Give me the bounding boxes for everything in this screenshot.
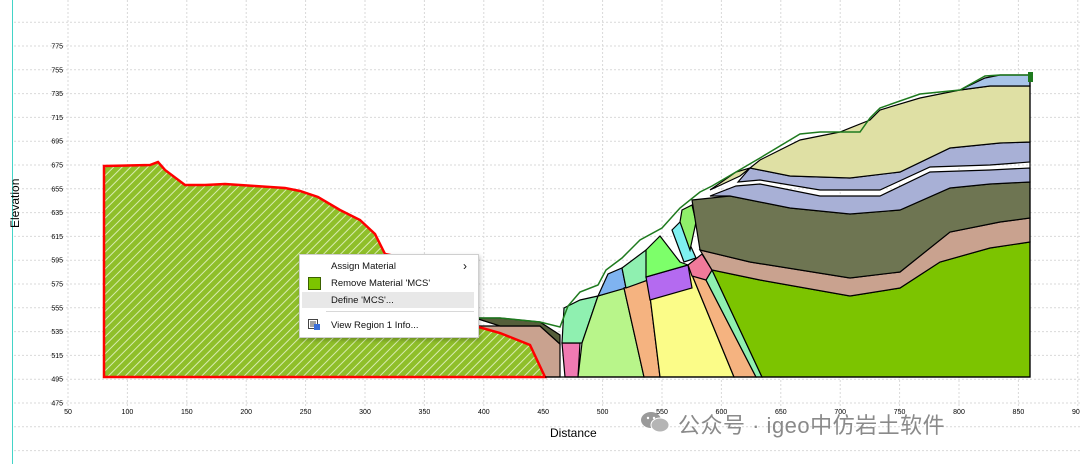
region-pink[interactable]: [561, 342, 581, 378]
context-menu: Assign Material › Remove Material 'MCS' …: [299, 254, 479, 338]
region-info-icon: [308, 319, 320, 330]
y-tick-label: 655: [51, 186, 63, 193]
menu-item-assign-material[interactable]: Assign Material ›: [300, 258, 478, 274]
menu-item-remove-material[interactable]: Remove Material 'MCS': [300, 275, 478, 291]
y-tick-label: 535: [51, 329, 63, 336]
y-tick-label: 675: [51, 163, 63, 170]
y-axis-label: Elevation: [8, 178, 22, 228]
x-tick-label: 500: [597, 409, 609, 416]
menu-item-label: Assign Material: [331, 261, 396, 272]
x-tick-label: 450: [537, 409, 549, 416]
x-tick-label: 200: [240, 409, 252, 416]
material-swatch-icon: [308, 277, 321, 290]
y-tick-label: 735: [51, 91, 63, 98]
menu-separator: [326, 311, 474, 312]
menu-item-label: Define 'MCS'...: [331, 295, 394, 306]
y-tick-label: 715: [51, 115, 63, 122]
y-tick-label: 635: [51, 210, 63, 217]
y-tick-label: 595: [51, 258, 63, 265]
menu-item-label: Remove Material 'MCS': [331, 278, 431, 289]
menu-item-view-region-info[interactable]: View Region 1 Info...: [300, 317, 478, 333]
y-tick-label: 695: [51, 139, 63, 146]
y-tick-label: 615: [51, 234, 63, 241]
x-tick-label: 100: [122, 409, 134, 416]
y-tick-label: 775: [51, 44, 63, 51]
x-tick-label: 350: [419, 409, 431, 416]
x-tick-label: 150: [181, 409, 193, 416]
y-tick-label: 515: [51, 353, 63, 360]
y-tick-label: 755: [51, 67, 63, 74]
y-tick-label: 555: [51, 305, 63, 312]
x-tick-label: 850: [1013, 409, 1025, 416]
y-tick-label: 575: [51, 282, 63, 289]
x-tick-label: 50: [64, 409, 72, 416]
x-tick-label: 900: [1072, 409, 1080, 416]
menu-item-label: View Region 1 Info...: [331, 320, 419, 331]
left-panel-edge: [0, 0, 13, 464]
x-tick-label: 250: [300, 409, 312, 416]
x-tick-label: 300: [359, 409, 371, 416]
boundary-right-marker: [1028, 72, 1033, 82]
x-tick-label: 800: [953, 409, 965, 416]
x-axis-label: Distance: [550, 426, 597, 440]
watermark-text: 公众号 · igeo中仿岩土软件: [678, 413, 946, 438]
x-tick-label: 400: [478, 409, 490, 416]
menu-item-define-material[interactable]: Define 'MCS'...: [302, 292, 474, 308]
chevron-right-icon: ›: [463, 259, 467, 273]
model-canvas[interactable]: 50 100 150 200 250 300 350 400 450 500 550 600 650 70…: [0, 0, 1080, 464]
wechat-logo-icon: [641, 412, 670, 433]
y-axis-ticks: 775 755 735 715 695 675 655 635 615 595 575 555 535 5…: [51, 44, 63, 408]
y-tick-label: 475: [51, 401, 63, 408]
y-tick-label: 495: [51, 377, 63, 384]
